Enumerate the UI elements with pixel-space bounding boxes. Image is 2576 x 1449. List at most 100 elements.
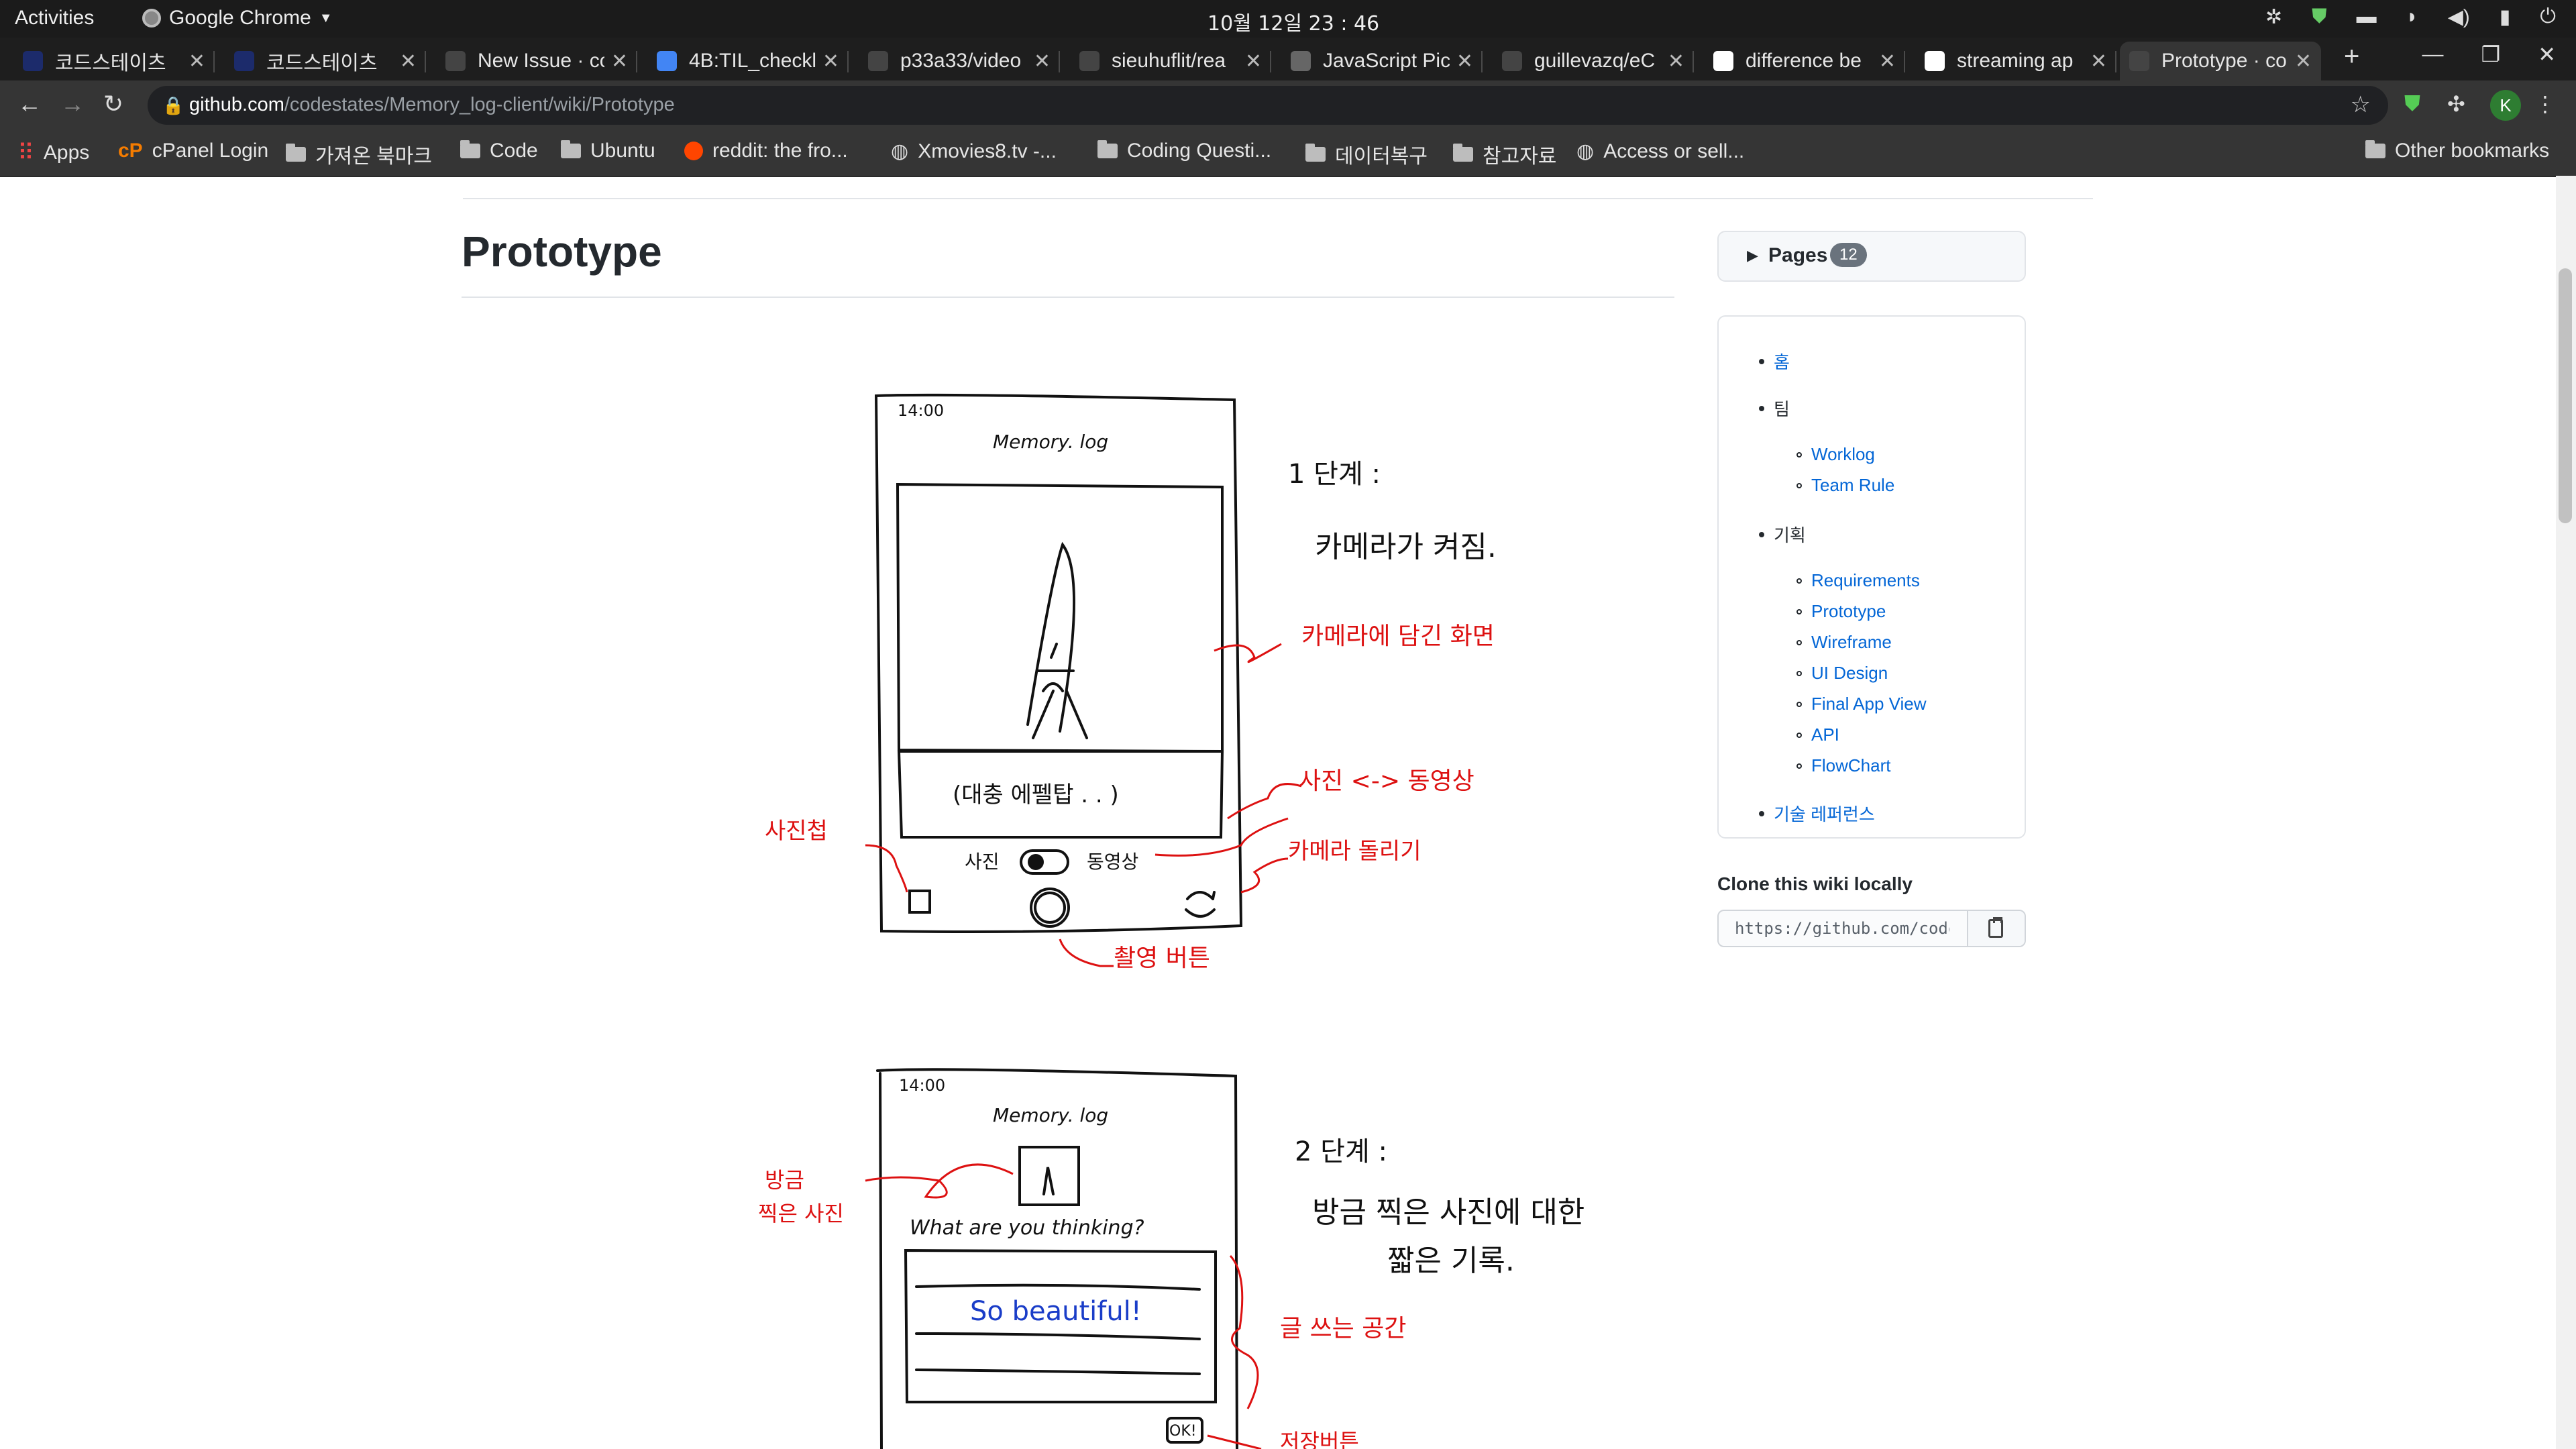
app-menu[interactable]: Google Chrome ▼ (142, 7, 333, 30)
annotation-rotate-camera: 카메라 돌리기 (1288, 838, 1421, 865)
tab-title: 4B:TIL_checkl (689, 50, 816, 72)
tab-close-icon[interactable]: ✕ (611, 50, 628, 73)
bookmark-item[interactable]: 참고자료 (1453, 140, 1556, 169)
sketch-question: What are you thinking? (910, 1216, 1144, 1240)
bullet-icon (1759, 405, 1764, 411)
nav-item-prototype[interactable]: Prototype (1796, 601, 1886, 622)
bookmarks-bar: ⠿ Apps cP cPanel Login 가져온 북마크 Code Ubuntu redd… (0, 130, 2576, 177)
toggle-label-photo: 사진 (965, 851, 1000, 873)
tab-close-icon[interactable]: ✕ (400, 50, 417, 73)
tab-close-icon[interactable]: ✕ (1879, 50, 1896, 73)
browser-tab[interactable]: difference be ✕ (1704, 42, 1905, 80)
bookmark-item[interactable]: cP cPanel Login (118, 140, 268, 162)
header-divider (463, 198, 2093, 199)
bookmark-item[interactable]: 데이터복구 (1305, 140, 1428, 169)
bookmark-label: Other bookmarks (2395, 140, 2550, 162)
browser-tab[interactable]: sieuhuflit/rea ✕ (1070, 42, 1271, 80)
browser-tab[interactable]: New Issue · co ✕ (436, 42, 637, 80)
extension-shield-icon[interactable]: ⛊ (2404, 91, 2420, 117)
bookmark-label: 데이터복구 (1335, 146, 1428, 168)
menu-kebab-icon[interactable]: ⋮ (2534, 91, 2556, 117)
nav-item-home[interactable]: 홈 (1759, 349, 1790, 374)
bookmark-item[interactable]: Coding Questi... (1097, 140, 1271, 162)
close-window-icon[interactable]: ✕ (2538, 42, 2556, 67)
extensions-puzzle-icon[interactable]: ✣ (2447, 91, 2465, 117)
lock-icon: 🔒 (162, 95, 184, 115)
bookmark-item[interactable]: ◍ Access or sell... (1576, 140, 1744, 163)
profile-avatar[interactable]: K (2490, 90, 2521, 121)
bookmark-label: reddit: the fro... (712, 140, 848, 162)
back-arrow-icon[interactable]: ← (17, 90, 42, 118)
system-tray[interactable]: ✲ ⛊ ▬ ◗ ◀) ▮ ⏻ (2265, 5, 2556, 29)
bookmark-item[interactable]: 가져온 북마크 (286, 140, 432, 169)
bookmark-item[interactable]: ⠿ Apps (17, 140, 89, 166)
sketch-app-title: Memory. log (993, 431, 1108, 453)
chrome-icon (142, 9, 161, 28)
browser-tab[interactable]: 코드스테이츠 ✕ (13, 42, 215, 80)
copy-clone-url-button[interactable] (1967, 911, 2025, 946)
bookmark-item[interactable]: Ubuntu (561, 140, 655, 162)
browser-tab[interactable]: 4B:TIL_checkl ✕ (647, 42, 849, 80)
browser-tab[interactable]: Prototype · co ✕ (2120, 42, 2321, 80)
pages-toggle[interactable]: ▶ Pages 12 (1717, 231, 2026, 282)
clock[interactable]: 10월 12일 23 : 46 (1208, 7, 1379, 36)
tab-close-icon[interactable]: ✕ (822, 50, 839, 73)
nav-item-tech-reference[interactable]: 기술 레퍼런스 (1759, 801, 1875, 826)
tab-close-icon[interactable]: ✕ (1245, 50, 1262, 73)
tab-favicon-icon (657, 51, 677, 71)
browser-tab[interactable]: JavaScript Pic ✕ (1281, 42, 1483, 80)
minimize-icon[interactable]: — (2422, 42, 2444, 67)
bookmark-item[interactable]: Code (460, 140, 538, 162)
step1-title: 1 단계 : (1288, 459, 1381, 490)
paw-icon: ✲ (2265, 6, 2283, 28)
nav-item-team-rule[interactable]: Team Rule (1796, 475, 1894, 496)
address-bar[interactable]: 🔒 github.com/codestates/Memory_log-clien… (148, 86, 2388, 125)
bookmark-item[interactable]: Other bookmarks (2365, 140, 2549, 162)
activities-button[interactable]: Activities (15, 7, 94, 30)
folder-icon (1453, 144, 1473, 162)
reload-icon[interactable]: ↻ (103, 90, 123, 118)
bookmark-item[interactable]: reddit: the fro... (684, 140, 848, 162)
nav-item-flowchart[interactable]: FlowChart (1796, 755, 1890, 776)
folder-icon (2365, 140, 2385, 158)
scrollbar-thumb[interactable] (2559, 268, 2572, 523)
tab-title: difference be (1746, 50, 1862, 72)
browser-tab[interactable]: guillevazq/eC ✕ (1493, 42, 1694, 80)
globe-icon: ◍ (891, 140, 909, 162)
circle-bullet-icon (1796, 763, 1802, 769)
tab-close-icon[interactable]: ✕ (189, 50, 205, 73)
forward-arrow-icon[interactable]: → (60, 90, 85, 118)
tab-close-icon[interactable]: ✕ (1456, 50, 1473, 73)
browser-toolbar: ← → ↻ 🔒 github.com/codestates/Memory_log… (0, 80, 2576, 130)
tab-separator (213, 51, 215, 72)
browser-tab[interactable]: streaming ap ✕ (1915, 42, 2116, 80)
new-tab-button[interactable]: + (2344, 42, 2359, 72)
annotation-just-taken-1: 방금 (765, 1167, 804, 1193)
nav-item-requirements[interactable]: Requirements (1796, 570, 1920, 591)
nav-item-final-app-view[interactable]: Final App View (1796, 694, 1927, 714)
browser-tab[interactable]: p33a33/video ✕ (859, 42, 1060, 80)
nav-item-wireframe[interactable]: Wireframe (1796, 632, 1892, 653)
restore-icon[interactable]: ❐ (2481, 42, 2501, 67)
tab-close-icon[interactable]: ✕ (2090, 50, 2107, 73)
tab-title: New Issue · co (478, 50, 604, 72)
bookmark-item[interactable]: ◍ Xmovies8.tv -... (891, 140, 1057, 163)
tab-title: 코드스테이츠 (55, 52, 166, 74)
nav-item-worklog[interactable]: Worklog (1796, 444, 1875, 465)
wiki-sidebar-nav: 홈 팀 Worklog Team Rule 기획 Requirements Pr… (1717, 315, 2026, 839)
tab-close-icon[interactable]: ✕ (1668, 50, 1684, 73)
app-name: Google Chrome (169, 7, 311, 29)
tab-close-icon[interactable]: ✕ (1034, 50, 1051, 73)
annotation-album: 사진첩 (765, 818, 828, 845)
wifi-icon: ◗ (2406, 5, 2418, 28)
keyboard-icon: ▬ (2356, 5, 2377, 28)
bookmark-star-icon[interactable]: ☆ (2351, 91, 2371, 118)
clone-url-text[interactable]: https://github.com/codestates/Memory_log… (1735, 919, 1949, 938)
nav-item-api[interactable]: API (1796, 724, 1839, 745)
tab-separator (1904, 51, 1905, 72)
clone-url-field[interactable]: https://github.com/codestates/Memory_log… (1717, 910, 2026, 947)
browser-tab[interactable]: 코드스테이츠 ✕ (225, 42, 426, 80)
nav-item-ui-design[interactable]: UI Design (1796, 663, 1888, 684)
tab-close-icon[interactable]: ✕ (2295, 50, 2312, 73)
bookmark-label: 참고자료 (1483, 146, 1557, 168)
